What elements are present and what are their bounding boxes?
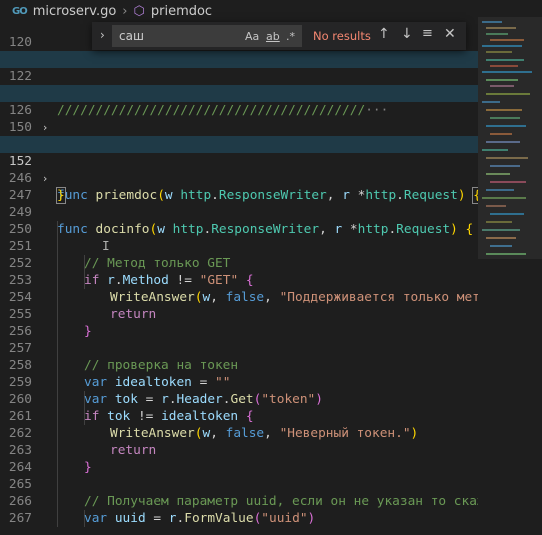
- minimap-line: [490, 165, 520, 167]
- code-line: 254 return: [0, 272, 478, 322]
- code-line: 249 func docinfo(w http.ResponseWriter, …: [0, 187, 478, 237]
- code-line: 260 if tok != idealtoken {: [0, 374, 478, 424]
- minimap-line: [490, 181, 526, 183]
- minimap-line: [482, 71, 532, 73]
- code-line: 268 WriteAnswer(w, false, "не указан пар…: [0, 510, 478, 527]
- minimap-line: [490, 117, 520, 119]
- code-line: 266 var uuid = r.FormValue("uuid"): [0, 476, 478, 526]
- code-line: 263 }: [0, 425, 478, 475]
- minimap-line: [490, 133, 512, 135]
- minimap-line: [482, 45, 522, 47]
- code-line: 126 › func main() {···: [0, 85, 478, 152]
- minimap-line: [486, 125, 526, 127]
- minimap-line: [482, 149, 508, 151]
- minimap-line: [486, 157, 528, 159]
- minimap-line: [486, 205, 506, 207]
- minimap-line: [486, 253, 526, 255]
- minimap-line: [486, 33, 508, 35]
- code-line: 252 if r.Method != "GET" {: [0, 238, 478, 288]
- minimap-line: [486, 27, 516, 29]
- minimap-line: [486, 237, 516, 239]
- minimap-line: [486, 59, 524, 61]
- code-line: 261 WriteAnswer(w, false, "Неверный токе…: [0, 391, 478, 441]
- minimap-line: [486, 109, 522, 111]
- minimap-line: [482, 229, 520, 231]
- go-file-icon: GO: [12, 5, 28, 17]
- code-line: 256: [0, 306, 478, 339]
- find-input[interactable]: саш Aa ab .*: [112, 25, 302, 47]
- code-line: 265 // Получаем параметр uuid, если он н…: [0, 459, 478, 509]
- minimap-line: [482, 21, 502, 23]
- code-line: 151: [0, 119, 478, 152]
- minimap[interactable]: [478, 17, 542, 535]
- match-case-icon[interactable]: Aa: [245, 30, 259, 43]
- minimap-line: [486, 189, 514, 191]
- previous-match-arrow-up-icon[interactable]: ↑: [378, 26, 390, 42]
- code-line: 258 var idealtoken = "": [0, 340, 478, 390]
- minimap-line: [486, 221, 512, 223]
- code-line: 122 › //////////////////////////////////…: [0, 51, 478, 118]
- code-line: 259 var tok = r.Header.Get("token"): [0, 357, 478, 407]
- minimap-line: [482, 197, 526, 199]
- code-line: 247: [0, 170, 478, 203]
- code-line: 251 // Метод только GET: [0, 221, 478, 271]
- toggle-replace-chevron-icon[interactable]: ›: [100, 28, 105, 42]
- find-results-count: No results: [313, 29, 371, 43]
- find-in-selection-icon[interactable]: ≡: [422, 26, 433, 41]
- find-widget: › саш Aa ab .* No results ↑ ↓ ≡ ✕: [92, 22, 466, 50]
- code-line: 264: [0, 442, 478, 475]
- whole-word-icon[interactable]: ab: [266, 30, 280, 43]
- minimap-line: [486, 173, 510, 175]
- minimap-line: [490, 39, 524, 41]
- code-line: 246 }: [0, 153, 478, 204]
- find-query-text: саш: [119, 29, 144, 43]
- code-line: 262 return: [0, 408, 478, 458]
- minimap-line: [486, 51, 512, 53]
- code-line: 257 // проверка на токен: [0, 323, 478, 373]
- code-line: 253 WriteAnswer(w, false, "Поддерживаетс…: [0, 255, 478, 305]
- minimap-line: [486, 93, 530, 95]
- code-line: 267 if uuid == "" {: [0, 493, 478, 526]
- code-line: 150 }: [0, 102, 478, 152]
- regex-icon[interactable]: .*: [286, 30, 295, 43]
- code-editor[interactable]: 120 } 121 122 › ////////////////////////…: [0, 17, 478, 527]
- minimap-line: [490, 85, 514, 87]
- minimap-line: [482, 101, 500, 103]
- minimap-line: [490, 65, 518, 67]
- minimap-line: [486, 79, 518, 81]
- code-line: 125: [0, 68, 478, 101]
- minimap-line: [486, 141, 520, 143]
- minimap-line: [490, 213, 524, 215]
- close-icon[interactable]: ✕: [444, 26, 456, 42]
- code-line: 250 I: [0, 204, 478, 254]
- code-line: 152 › func priemdoc(w http.ResponseWrite…: [0, 136, 478, 204]
- next-match-arrow-down-icon[interactable]: ↓: [401, 26, 413, 42]
- minimap-line: [490, 245, 512, 247]
- code-line: 255 }: [0, 289, 478, 339]
